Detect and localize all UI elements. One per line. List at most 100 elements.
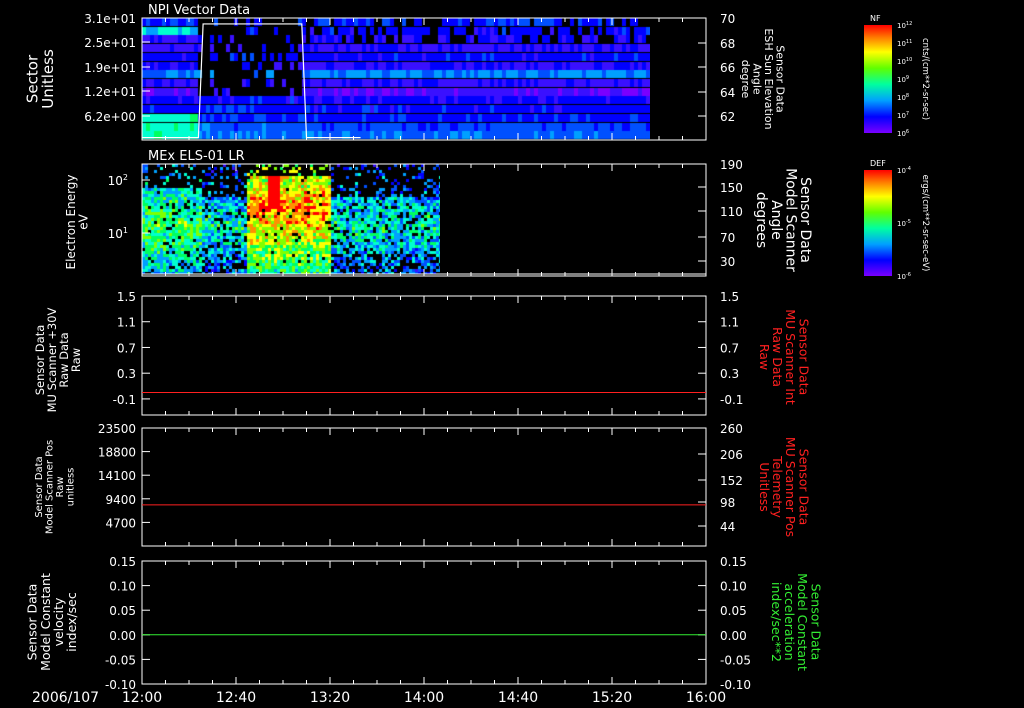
y-tick-exponent: 2	[123, 173, 128, 182]
colorbar-units: ergs/(cm**2-sr-sec-eV)	[920, 175, 930, 272]
colorbar-tick: 10-5	[897, 219, 911, 228]
colorbar-tick-exp: -4	[906, 166, 911, 172]
time-tick-label: 12:00	[122, 690, 162, 706]
y-tick-label: 14100	[98, 469, 136, 483]
ylabel-scanner-pos-line: Raw	[55, 476, 66, 497]
npi-spectrogram	[142, 18, 650, 140]
y2-tick-label: 62	[720, 110, 735, 124]
panel-title: NPI Vector Data	[148, 3, 250, 18]
y2-tick-label: 70	[720, 231, 735, 245]
y2-tick-label: 260	[720, 422, 743, 436]
y2-tick-label: 0.3	[720, 367, 739, 381]
ylabel-scanner-pos-line: unitless	[65, 468, 76, 507]
colorbar-tick-exp: 12	[906, 21, 912, 27]
y-tick-label: 0.10	[109, 580, 136, 594]
y2label-acceleration-line: index/sec**2	[769, 582, 784, 662]
y2-tick-label: 0.10	[720, 580, 747, 594]
time-tick-label: 13:20	[310, 690, 350, 706]
y2-tick-label: 1.1	[720, 316, 739, 330]
y2-tick-label: 110	[720, 205, 743, 219]
y2label-sun-line: degree	[739, 60, 752, 99]
y2-tick-label: 206	[720, 448, 743, 462]
ylabel-scanner30v: Sensor DataMU Scanner +30VRaw DataRaw	[33, 307, 83, 412]
y2label-scanner-int: Sensor DataMU Scanner IntRaw DataRaw	[757, 309, 811, 405]
y2-tick-label: 1.5	[720, 290, 739, 304]
y2label-scanner-angle-line: Model Scanner	[782, 168, 798, 272]
y-tick-label: 0.00	[109, 629, 136, 643]
time-tick-label: 16:00	[686, 690, 726, 706]
time-tick-label: 14:40	[498, 690, 538, 706]
colorbar-tick: 10-6	[897, 272, 911, 281]
colorbar-label: DEF	[870, 159, 886, 168]
ylabel-scanner30v-line: Raw	[69, 348, 83, 372]
y2-tick-label: 152	[720, 474, 743, 488]
ylabel-velocity-line: index/sec	[64, 592, 79, 652]
colorbar-tick-exp: -6	[906, 272, 911, 278]
colorbar-tick-exp: 6	[906, 129, 909, 135]
y2-tick-label: -0.05	[720, 653, 751, 667]
colorbar-units-line: cnts/(cm**2-sr-sec)	[920, 38, 930, 120]
y-tick-label: 101	[108, 226, 128, 241]
y-tick-label: 0.7	[117, 341, 136, 355]
y-tick-label: 9400	[105, 493, 136, 507]
plot-canvas: 3.1e+012.5e+011.9e+011.2e+016.2e+0070686…	[23, 3, 930, 706]
colorbar-units: cnts/(cm**2-sr-sec)	[920, 38, 930, 120]
colorbar-tick: 107	[897, 111, 909, 120]
colorbar-tick-exp: 11	[906, 39, 912, 45]
y-tick-label: -0.05	[105, 653, 136, 667]
y2-tick-label: 0.7	[720, 341, 739, 355]
y-tick-label: 3.1e+01	[84, 12, 136, 26]
y2label-scanner-angle: Sensor DataModel ScannerAngledegrees	[753, 168, 813, 272]
y2label-scanner-pos-line: Unitless	[757, 462, 772, 512]
y2label-sun: Sensor DataESH Sun ElevationAngledegree	[739, 28, 787, 129]
y2-tick-label: 64	[720, 86, 735, 100]
colorbar-tick: 1012	[897, 21, 912, 30]
y2-tick-label: 0.15	[720, 555, 747, 569]
y-tick-label: 1.5	[117, 290, 136, 304]
y2-tick-label: 0.00	[720, 629, 747, 643]
y-tick-label: 102	[108, 173, 128, 188]
y2label-scanner-pos: Sensor DataMU Scanner PosTelemetryUnitle…	[757, 437, 811, 537]
y2-tick-label: 68	[720, 37, 735, 51]
y-tick-label: 0.3	[117, 367, 136, 381]
ylabel-scanner-pos: Sensor Data Model Scanner Pos Raw unitless	[34, 440, 77, 534]
y-tick-label: 23500	[98, 422, 136, 436]
ylabel-scanner-pos-line: Model Scanner Pos	[44, 440, 55, 534]
y-tick-label: 4700	[105, 516, 136, 530]
y2-tick-label: -0.1	[720, 393, 743, 407]
els-spectrogram	[142, 164, 440, 274]
y-tick-exponent: 1	[123, 226, 128, 235]
colorbar-tick: 1011	[897, 39, 912, 48]
ylabel-energy: Electron EnergyeV	[64, 174, 91, 269]
y2-tick-label: 0.05	[720, 604, 747, 618]
date-label: 2006/107	[32, 690, 99, 706]
y-tick-label: 1.1	[117, 316, 136, 330]
colorbar-tick: 108	[897, 93, 909, 102]
y2-tick-label: 70	[720, 12, 735, 26]
y2-tick-label: 30	[720, 255, 735, 269]
y2label-scanner-angle-line: Sensor Data	[797, 177, 813, 263]
colorbar-tick: 106	[897, 129, 909, 138]
ylabel-energy-line: eV	[77, 213, 91, 229]
y-tick-label: 1.2e+01	[84, 85, 136, 99]
y-tick-label: 1.9e+01	[84, 61, 136, 75]
colorbar-units-line: ergs/(cm**2-sr-sec-eV)	[920, 175, 930, 272]
y2label-acceleration: Sensor DataModel Constantaccelerationind…	[769, 573, 823, 671]
colorbar-tick-exp: 10	[906, 57, 912, 63]
panel-title: MEx ELS-01 LR	[148, 149, 245, 164]
colorbar	[864, 170, 892, 276]
colorbar-tick-exp: 9	[906, 75, 909, 81]
time-tick-label: 14:00	[404, 690, 444, 706]
colorbar-tick: 1010	[897, 57, 912, 66]
colorbar-label: NF	[870, 14, 881, 23]
ylabel-velocity: Sensor DataModel Constantvelocityindex/s…	[25, 573, 79, 671]
panel-frame	[141, 560, 707, 685]
colorbar-tick-exp: -5	[906, 219, 911, 225]
ylabel-sector-line: Unitless	[39, 49, 57, 109]
y-tick-label: 0.05	[109, 604, 136, 618]
colorbar-tick: 109	[897, 75, 909, 84]
y2label-scanner-int-line: Raw	[757, 344, 772, 370]
y-tick-label: 6.2e+00	[84, 110, 136, 124]
ylabel-sector: SectorUnitless	[23, 49, 57, 109]
y-tick-label: -0.1	[113, 393, 136, 407]
